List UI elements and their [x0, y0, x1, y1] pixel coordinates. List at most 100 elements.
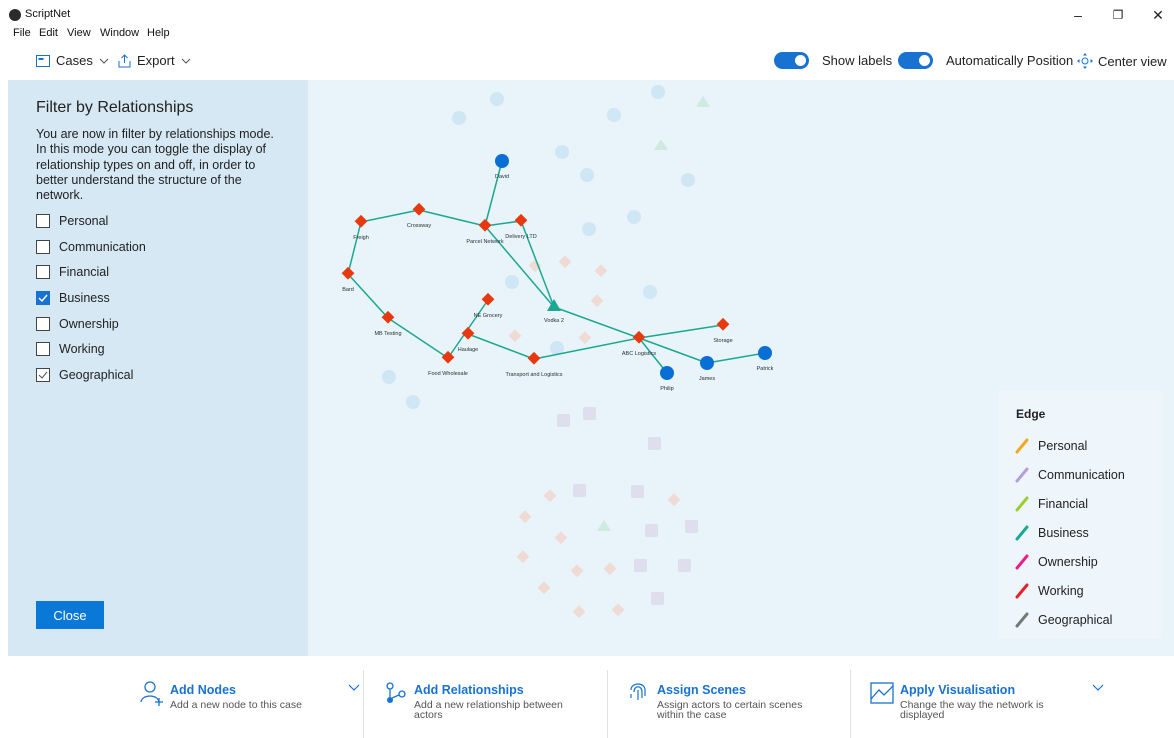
- org-node[interactable]: [632, 330, 646, 344]
- menu-edit[interactable]: Edit: [39, 27, 58, 39]
- legend-item-communication: Communication: [1014, 466, 1125, 484]
- checkbox[interactable]: [36, 368, 50, 382]
- legend-item-geographical: Geographical: [1014, 611, 1112, 629]
- faded-location-node: [678, 559, 691, 572]
- filter-option-business[interactable]: Business: [36, 291, 110, 305]
- action-bar: Add Nodes Add a new node to this case Ad…: [0, 662, 1174, 738]
- faded-person-node: [505, 275, 519, 289]
- close-window-button[interactable]: ✕: [1143, 4, 1173, 26]
- filter-option-financial[interactable]: Financial: [36, 265, 109, 279]
- filter-option-geographical[interactable]: Geographical: [36, 368, 133, 382]
- filter-option-label: Geographical: [59, 368, 134, 382]
- cases-dropdown[interactable]: Cases: [36, 53, 115, 68]
- pencil-icon: [1015, 438, 1029, 454]
- person-node[interactable]: [700, 356, 714, 370]
- faded-org-node: [554, 531, 568, 545]
- chevron-down-icon[interactable]: [348, 684, 360, 691]
- visualisation-icon: [870, 682, 894, 704]
- checkbox[interactable]: [36, 214, 50, 228]
- auto-position-toggle[interactable]: [898, 52, 933, 69]
- add-nodes-desc: Add a new node to this case: [170, 699, 302, 711]
- legend-label: Ownership: [1038, 555, 1098, 569]
- chevron-down-icon[interactable]: [1092, 684, 1104, 691]
- add-relationships-action[interactable]: Add Relationships Add a new relationship…: [384, 670, 614, 730]
- edge: [638, 324, 724, 339]
- faded-org-node: [516, 550, 530, 564]
- relationship-icon: [386, 682, 406, 703]
- org-node[interactable]: [481, 292, 495, 306]
- divider: [607, 670, 608, 738]
- person-node[interactable]: [495, 154, 509, 168]
- org-node[interactable]: [527, 351, 541, 365]
- faded-person-node: [651, 85, 665, 99]
- checkbox[interactable]: [36, 342, 50, 356]
- menu-window[interactable]: Window: [100, 27, 139, 39]
- app-title: ScriptNet: [25, 8, 71, 20]
- checkbox[interactable]: [36, 265, 50, 279]
- faded-person-node: [555, 145, 569, 159]
- legend-label: Personal: [1038, 439, 1088, 453]
- node-label: NE Grocery: [474, 313, 503, 319]
- minimize-button[interactable]: –: [1063, 4, 1093, 26]
- export-dropdown[interactable]: Export: [118, 53, 197, 68]
- menu-file[interactable]: File: [13, 27, 31, 39]
- filter-panel-description: You are now in filter by relationships m…: [36, 127, 274, 203]
- filter-option-working[interactable]: Working: [36, 342, 105, 356]
- person-node[interactable]: [660, 366, 674, 380]
- edge: [360, 209, 420, 223]
- assign-scenes-title: Assign Scenes: [657, 683, 746, 697]
- faded-location-node: [685, 520, 698, 533]
- filter-option-label: Business: [59, 291, 110, 305]
- filter-option-personal[interactable]: Personal: [36, 214, 108, 228]
- toggle-knob: [795, 55, 806, 66]
- org-node[interactable]: [716, 317, 730, 331]
- node-label: Delivery LTD: [505, 234, 536, 240]
- center-view-button[interactable]: Center view: [1077, 53, 1167, 69]
- export-icon: [118, 53, 131, 67]
- faded-org-node: [603, 562, 617, 576]
- checkbox[interactable]: [36, 291, 50, 305]
- faded-location-node: [573, 484, 586, 497]
- org-node[interactable]: [341, 266, 355, 280]
- add-relationships-title: Add Relationships: [414, 683, 524, 697]
- auto-position-label: Automatically Position: [946, 53, 1074, 68]
- node-label: Bard: [342, 287, 354, 293]
- org-node[interactable]: [461, 326, 475, 340]
- faded-org-node: [611, 603, 625, 617]
- legend-item-personal: Personal: [1014, 437, 1087, 455]
- close-button[interactable]: Close: [36, 601, 104, 629]
- add-relationships-desc: Add a new relationship between actors: [414, 699, 563, 721]
- divider: [363, 670, 364, 738]
- checkbox[interactable]: [36, 240, 50, 254]
- faded-org-node: [558, 255, 572, 269]
- apply-visualisation-title: Apply Visualisation: [900, 683, 1016, 697]
- person-node[interactable]: [758, 346, 772, 360]
- title-bar: ScriptNet – ❐ ✕: [0, 0, 1174, 24]
- pencil-icon: [1015, 554, 1029, 570]
- center-view-label: Center view: [1098, 53, 1167, 69]
- filter-option-communication[interactable]: Communication: [36, 240, 146, 254]
- checkbox[interactable]: [36, 317, 50, 331]
- faded-person-node: [580, 168, 594, 182]
- faded-person-node: [452, 111, 466, 125]
- app-logo-icon: [9, 9, 21, 21]
- org-node[interactable]: [354, 214, 368, 228]
- menu-view[interactable]: View: [67, 27, 91, 39]
- add-nodes-action[interactable]: Add Nodes Add a new node to this case: [140, 670, 370, 730]
- assign-scenes-action[interactable]: Assign Scenes Assign actors to certain s…: [627, 670, 857, 730]
- restore-button[interactable]: ❐: [1103, 4, 1133, 26]
- filter-option-ownership[interactable]: Ownership: [36, 317, 119, 331]
- org-node[interactable]: [514, 213, 528, 227]
- org-node[interactable]: [478, 218, 492, 232]
- node-label: Parcel Network: [466, 239, 504, 245]
- node-label: Transport and Logistics: [506, 372, 563, 378]
- pencil-icon: [1015, 583, 1029, 599]
- edge: [484, 160, 503, 227]
- show-labels-toggle[interactable]: [774, 52, 809, 69]
- node-label: ABC Logistics: [622, 351, 656, 357]
- edge: [553, 306, 640, 339]
- org-node[interactable]: [412, 202, 426, 216]
- menu-help[interactable]: Help: [147, 27, 170, 39]
- faded-org-node: [570, 564, 584, 578]
- apply-visualisation-action[interactable]: Apply Visualisation Change the way the n…: [870, 670, 1104, 730]
